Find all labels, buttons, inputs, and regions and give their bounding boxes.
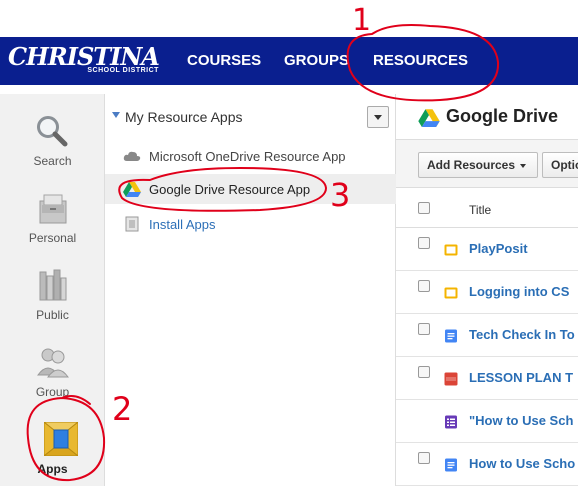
options-label: Optio [551,158,578,172]
rail-personal[interactable]: Personal [0,177,105,249]
select-all-checkbox[interactable] [418,202,430,214]
table-header: Title [396,188,578,228]
district-logo[interactable]: CHRISTINA SCHOOL DISTRICT [8,42,160,75]
app-label-onedrive: Microsoft OneDrive Resource App [149,149,346,164]
row-checkbox[interactable] [418,237,430,249]
left-rail: Search Personal Public Group Apps [0,94,105,486]
logo-name: CHRISTINA [8,42,160,71]
slides-icon [444,244,458,256]
row-checkbox[interactable] [418,366,430,378]
books-icon [39,269,67,301]
nav-groups[interactable]: GROUPS [284,37,349,85]
google-drive-header: Google Drive [396,94,578,140]
chevron-down-icon [520,163,527,168]
top-bar: CHRISTINA SCHOOL DISTRICT COURSES GROUPS… [0,0,578,94]
options-button[interactable]: Optio [542,152,578,178]
resource-apps-title: My Resource Apps [125,109,243,125]
app-item-google-drive[interactable]: Google Drive Resource App [105,174,396,204]
resource-apps-menu-button[interactable] [367,106,389,128]
nav-band: CHRISTINA SCHOOL DISTRICT COURSES GROUPS… [0,37,578,85]
row-title: PlayPosit [469,241,528,256]
forms-icon [445,415,457,429]
column-title: Title [469,203,492,217]
add-resources-label: Add Resources [427,158,516,172]
app-item-install-apps[interactable]: Install Apps [105,209,396,239]
row-title: How to Use Scho [469,456,576,471]
row-title: LESSON PLAN T [469,370,574,385]
row-checkbox[interactable] [418,323,430,335]
nav-resources[interactable]: RESOURCES [373,37,468,85]
table-row[interactable]: Tech Check In To [396,314,578,357]
table-row[interactable]: "How to Use Sch [396,400,578,443]
cabinet-icon [39,194,67,224]
row-checkbox[interactable] [418,280,430,292]
rail-label-search: Search [33,154,72,168]
google-drive-icon [418,109,440,127]
pdf-icon [444,372,458,386]
rail-group[interactable]: Group [0,331,105,403]
app-label-google-drive: Google Drive Resource App [149,182,311,197]
rail-label-apps: Apps [37,462,68,476]
app-root: CHRISTINA SCHOOL DISTRICT COURSES GROUPS… [0,0,578,486]
docs-icon [445,458,457,472]
row-title: Logging into CS [469,284,570,299]
add-resources-button[interactable]: Add Resources [418,152,538,178]
cloud-icon [123,151,141,161]
rail-public[interactable]: Public [0,254,105,326]
rail-label-group: Group [35,385,70,399]
table-row[interactable]: LESSON PLAN T [396,357,578,400]
row-title: Tech Check In To [469,327,575,342]
table-row[interactable]: How to Use Scho [396,443,578,486]
app-label-install-apps: Install Apps [149,217,216,232]
table-row[interactable]: PlayPosit [396,228,578,271]
row-checkbox[interactable] [418,452,430,464]
collapse-triangle-icon[interactable] [112,112,120,118]
people-icon [37,348,69,378]
magnifier-icon [37,116,68,147]
table-row[interactable]: Logging into CS [396,271,578,314]
app-item-onedrive[interactable]: Microsoft OneDrive Resource App [105,141,396,171]
install-icon [125,216,139,232]
nav-courses[interactable]: COURSES [187,37,261,85]
resource-apps-header: My Resource Apps [105,94,396,138]
slides-icon [444,287,458,299]
apps-icon [44,422,78,456]
google-drive-title: Google Drive [446,106,559,126]
row-title: "How to Use Sch [469,413,574,428]
rail-label-personal: Personal [28,231,77,245]
rail-label-public: Public [36,308,69,322]
google-drive-icon [123,182,141,197]
drive-toolbar: Add Resources Optio [396,140,578,188]
rail-apps[interactable]: Apps [0,408,105,480]
docs-icon [445,329,457,343]
resource-apps-panel: My Resource Apps Microsoft OneDrive Reso… [105,94,396,486]
google-drive-panel: Google Drive Add Resources Optio Title P… [396,94,578,486]
rail-search[interactable]: Search [0,100,105,172]
